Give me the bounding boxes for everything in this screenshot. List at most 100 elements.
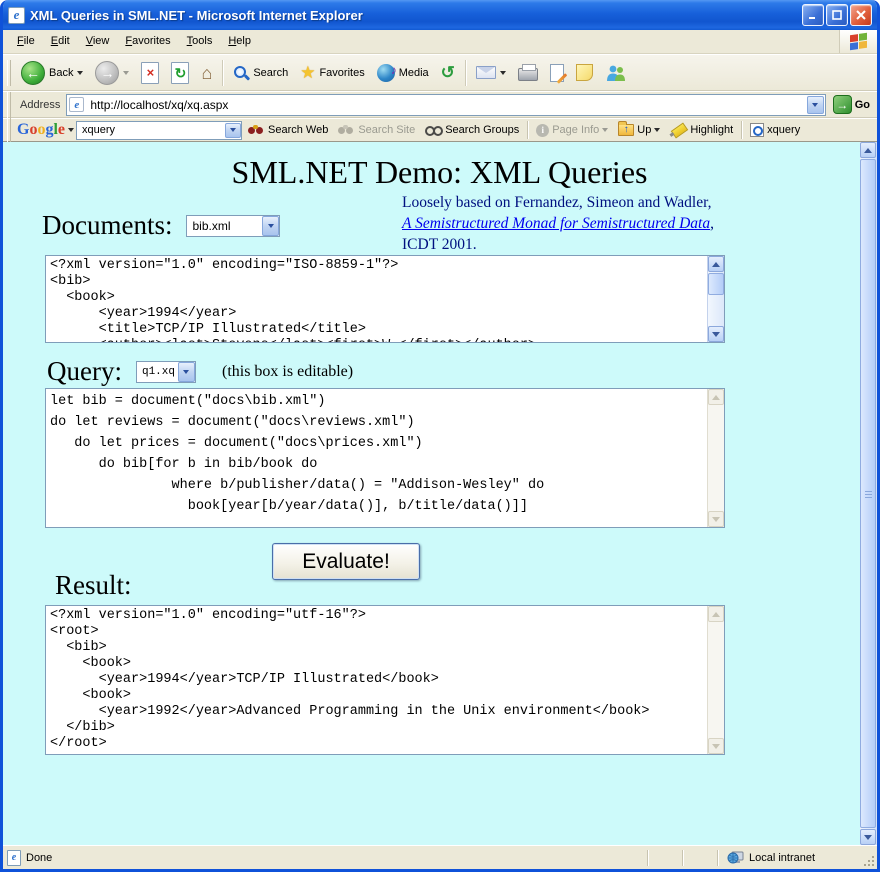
- up-button[interactable]: ↑ Up: [614, 122, 664, 138]
- home-button[interactable]: ⌂: [196, 61, 217, 85]
- menu-help[interactable]: Help: [220, 30, 259, 53]
- google-logo-caret[interactable]: [68, 128, 74, 132]
- page-info-caret[interactable]: [602, 128, 608, 132]
- page-scroll-up-button[interactable]: [860, 142, 876, 158]
- go-button[interactable]: → Go: [830, 94, 873, 115]
- print-button[interactable]: [513, 61, 543, 84]
- edit-button[interactable]: [545, 61, 569, 85]
- query-scrollbar[interactable]: [707, 389, 724, 527]
- refresh-button[interactable]: ↻: [166, 59, 194, 87]
- result-box[interactable]: <?xml version="1.0" encoding="utf-16"?> …: [45, 605, 725, 755]
- word-find-label: xquery: [767, 124, 800, 136]
- chevron-down-icon: [812, 103, 818, 107]
- history-button[interactable]: ↺: [436, 61, 460, 84]
- triangle-down-icon: [864, 835, 872, 840]
- stop-button[interactable]: ×: [136, 59, 164, 87]
- evaluate-button[interactable]: Evaluate!: [272, 543, 420, 580]
- triangle-down-icon: [712, 332, 720, 337]
- media-button[interactable]: ♪ Media: [372, 61, 434, 85]
- menu-tools[interactable]: Tools: [179, 30, 221, 53]
- discuss-button[interactable]: [571, 61, 598, 84]
- go-arrow-icon: →: [833, 95, 852, 114]
- search-site-button[interactable]: Search Site: [334, 122, 419, 139]
- documents-box-content[interactable]: <?xml version="1.0" encoding="ISO-8859-1…: [46, 256, 707, 342]
- triangle-up-icon: [712, 395, 720, 400]
- minimize-button[interactable]: [802, 4, 824, 26]
- page-info-label: Page Info: [552, 124, 599, 136]
- messenger-button[interactable]: [600, 61, 632, 85]
- documents-select[interactable]: bib.xml: [186, 215, 280, 237]
- query-select[interactable]: q1.xq: [136, 361, 196, 383]
- documents-box[interactable]: <?xml version="1.0" encoding="ISO-8859-1…: [45, 255, 725, 343]
- close-icon: [856, 10, 866, 20]
- scroll-up-button[interactable]: [708, 606, 724, 622]
- page-info-icon: i: [536, 124, 549, 137]
- menu-edit[interactable]: Edit: [43, 30, 78, 53]
- result-box-content[interactable]: <?xml version="1.0" encoding="utf-16"?> …: [46, 606, 707, 754]
- word-find-button[interactable]: xquery: [746, 121, 804, 139]
- highlight-button[interactable]: Highlight: [666, 121, 737, 139]
- menu-bar: File Edit View Favorites Tools Help: [3, 30, 877, 54]
- media-label: Media: [399, 67, 429, 79]
- search-web-button[interactable]: Search Web: [244, 122, 332, 139]
- documents-select-dropdown[interactable]: [262, 216, 279, 236]
- credit-text: Loosely based on Fernandez, Simeon and W…: [402, 192, 720, 255]
- menu-file[interactable]: File: [9, 30, 43, 53]
- ie-logo-icon: e: [8, 7, 25, 24]
- addressbar-grip[interactable]: [7, 92, 11, 118]
- forward-icon: →: [95, 61, 119, 85]
- logo-letter: G: [17, 121, 29, 138]
- scroll-down-button[interactable]: [708, 511, 724, 527]
- mail-button[interactable]: [471, 63, 511, 82]
- title-bar[interactable]: e XML Queries in SML.NET - Microsoft Int…: [3, 0, 877, 30]
- documents-select-value: bib.xml: [192, 219, 230, 233]
- browser-window: e XML Queries in SML.NET - Microsoft Int…: [0, 0, 880, 872]
- triangle-up-icon: [712, 262, 720, 267]
- resize-grip[interactable]: [862, 854, 875, 867]
- back-button[interactable]: ← Back: [16, 58, 88, 88]
- googlebar-grip[interactable]: [7, 117, 11, 143]
- scroll-thumb[interactable]: [708, 273, 724, 295]
- back-dropdown-caret[interactable]: [77, 71, 83, 75]
- google-logo[interactable]: Google: [16, 121, 66, 139]
- scroll-down-button[interactable]: [708, 326, 724, 342]
- query-box[interactable]: let bib = document("docs\bib.xml") do le…: [45, 388, 725, 528]
- page-scroll-thumb[interactable]: [860, 159, 876, 828]
- menu-favorites[interactable]: Favorites: [117, 30, 178, 53]
- forward-button[interactable]: →: [90, 58, 134, 88]
- close-button[interactable]: [850, 4, 872, 26]
- favorites-button[interactable]: ★ Favorites: [295, 61, 370, 84]
- scroll-down-button[interactable]: [708, 738, 724, 754]
- query-select-value: q1.xq: [142, 366, 175, 378]
- search-button[interactable]: Search: [228, 62, 293, 84]
- address-input[interactable]: [88, 97, 802, 113]
- result-label: Result:: [55, 570, 132, 601]
- page-info-button[interactable]: i Page Info: [532, 122, 612, 139]
- menu-view[interactable]: View: [78, 30, 118, 53]
- address-dropdown-button[interactable]: [807, 96, 824, 114]
- forward-dropdown-caret[interactable]: [123, 71, 129, 75]
- local-intranet-icon: [727, 850, 744, 865]
- result-scrollbar[interactable]: [707, 606, 724, 754]
- credit-link[interactable]: A Semistructured Monad for Semistructure…: [402, 215, 710, 232]
- query-box-content[interactable]: let bib = document("docs\bib.xml") do le…: [46, 389, 707, 527]
- query-label: Query:: [47, 356, 122, 387]
- toolbar-grip[interactable]: [7, 60, 11, 86]
- google-search-input[interactable]: [80, 123, 225, 137]
- up-folder-icon: ↑: [618, 124, 634, 136]
- documents-scrollbar[interactable]: [707, 256, 724, 342]
- query-select-dropdown[interactable]: [178, 362, 195, 382]
- search-web-label: Search Web: [268, 124, 328, 136]
- status-pane: [653, 849, 677, 867]
- maximize-button[interactable]: [826, 4, 848, 26]
- mail-dropdown-caret[interactable]: [500, 71, 506, 75]
- google-search-dropdown[interactable]: [225, 123, 241, 138]
- page-scroll-down-button[interactable]: [860, 829, 876, 845]
- search-groups-button[interactable]: Search Groups: [421, 122, 523, 138]
- scroll-up-button[interactable]: [708, 389, 724, 405]
- scroll-up-button[interactable]: [708, 256, 724, 272]
- up-caret[interactable]: [654, 128, 660, 132]
- page-scrollbar[interactable]: [860, 142, 877, 845]
- chevron-down-icon: [183, 370, 189, 374]
- status-text: Done: [26, 852, 52, 864]
